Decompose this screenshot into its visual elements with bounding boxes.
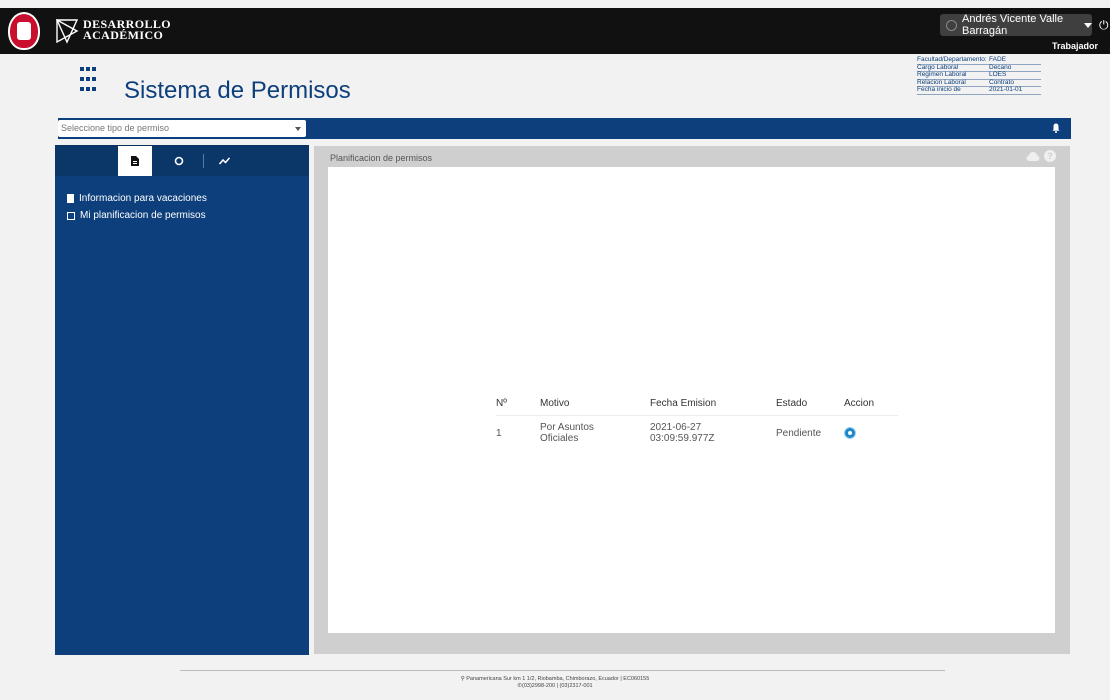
refresh-icon — [174, 156, 184, 166]
permit-type-placeholder: Seleccione tipo de permiso — [61, 123, 170, 133]
info-value: 2021-01-01 — [989, 86, 1023, 93]
footer-address: ⚲ Panamericana Sur km 1 1/2, Riobamba, C… — [0, 676, 1110, 683]
info-key: Facultad/Departamento: — [917, 56, 987, 63]
footer-divider — [180, 670, 945, 671]
permit-type-select[interactable]: Seleccione tipo de permiso — [58, 120, 306, 137]
footer-phones: ✆(03)2998-200 | (03)2317-001 — [0, 683, 1110, 690]
table-row: 1 Por Asuntos Oficiales 2021-06-27 03:09… — [496, 415, 898, 451]
user-menu-button[interactable]: Andrés Vicente Valle Barragán — [940, 13, 1092, 37]
permit-toolbar: Seleccione tipo de permiso — [58, 118, 1071, 139]
top-bar: DESARROLLO ACADÉMICO Andrés Vicente Vall… — [0, 8, 1110, 54]
cell-number: 1 — [496, 427, 502, 439]
permits-table: Nº Motivo Fecha Emision Estado Accion 1 … — [496, 393, 898, 451]
sidebar-item-label: Informacion para vacaciones — [79, 193, 207, 204]
column-header-fecha: Fecha Emision — [650, 393, 776, 416]
document-icon — [131, 156, 139, 166]
sidebar-item-vacation-info[interactable]: Informacion para vacaciones — [67, 190, 207, 207]
document-icon — [67, 194, 74, 203]
apps-grid-icon[interactable] — [80, 67, 96, 105]
footer: ⚲ Panamericana Sur km 1 1/2, Riobamba, C… — [0, 676, 1110, 690]
bell-icon[interactable] — [1052, 123, 1060, 133]
status-badge: Pendiente — [776, 427, 822, 439]
tab-documents[interactable] — [118, 146, 152, 176]
power-icon[interactable]: ⏻ — [1099, 18, 1109, 33]
cell-accion — [844, 415, 898, 451]
sidebar-links: Informacion para vacaciones Mi planifica… — [67, 190, 207, 224]
brand-text: DESARROLLO ACADÉMICO — [83, 18, 171, 42]
permits-card: Nº Motivo Fecha Emision Estado Accion 1 … — [328, 167, 1055, 633]
sidebar-item-permit-planning[interactable]: Mi planificacion de permisos — [67, 207, 207, 224]
tab-separator — [203, 154, 204, 168]
column-header-number: Nº — [496, 393, 540, 416]
cloud-download-icon[interactable] — [1026, 151, 1040, 162]
info-value: LOES — [989, 71, 1007, 78]
footer-phones-text: (03)2998-200 | (03)2317-001 — [522, 683, 593, 689]
university-seal-logo — [8, 12, 40, 50]
sidebar-tabs — [55, 146, 309, 176]
panel-title: Planificacion de permisos — [330, 153, 433, 163]
eye-icon[interactable] — [844, 427, 856, 440]
trend-icon — [218, 157, 230, 165]
tab-statistics[interactable] — [213, 146, 235, 176]
table-header-row: Nº Motivo Fecha Emision Estado Accion — [496, 393, 898, 416]
footer-address-text: Panamericana Sur km 1 1/2, Riobamba, Chi… — [466, 676, 650, 682]
employee-info-panel: Facultad/Departamento: FADE Cargo Laboral… — [917, 56, 1041, 95]
brand-line-2: ACADÉMICO — [83, 28, 164, 42]
info-key: Fecha inicio de — [917, 86, 961, 93]
user-name: Andrés Vicente Valle Barragán — [962, 13, 1064, 37]
chevron-down-icon — [295, 127, 301, 131]
user-icon — [946, 19, 957, 31]
calendar-icon — [67, 211, 75, 220]
info-row: Fecha inicio de 2021-01-01 — [917, 86, 1041, 95]
sidebar-item-label: Mi planificacion de permisos — [80, 210, 206, 221]
info-key: Regimen Laboral — [917, 71, 967, 78]
sidebar: Informacion para vacaciones Mi planifica… — [55, 145, 309, 655]
column-header-accion: Accion — [844, 393, 898, 416]
tab-history[interactable] — [169, 146, 189, 176]
cell-motivo: Por Asuntos Oficiales — [540, 422, 594, 445]
chevron-down-icon — [1084, 22, 1092, 28]
column-header-motivo: Motivo — [540, 393, 650, 416]
app-window: DESARROLLO ACADÉMICO Andrés Vicente Vall… — [0, 0, 1110, 700]
cell-fecha: 2021-06-27 03:09:59.977Z — [650, 422, 715, 445]
page-title: Sistema de Permisos — [124, 77, 351, 104]
brand-mark-icon — [55, 18, 79, 44]
column-header-estado: Estado — [776, 393, 844, 416]
info-value: FADE — [989, 56, 1006, 63]
help-icon[interactable]: ? — [1044, 150, 1056, 162]
main-panel: Planificacion de permisos ? Nº Motivo Fe… — [314, 146, 1070, 654]
user-role: Trabajador — [1051, 41, 1098, 51]
